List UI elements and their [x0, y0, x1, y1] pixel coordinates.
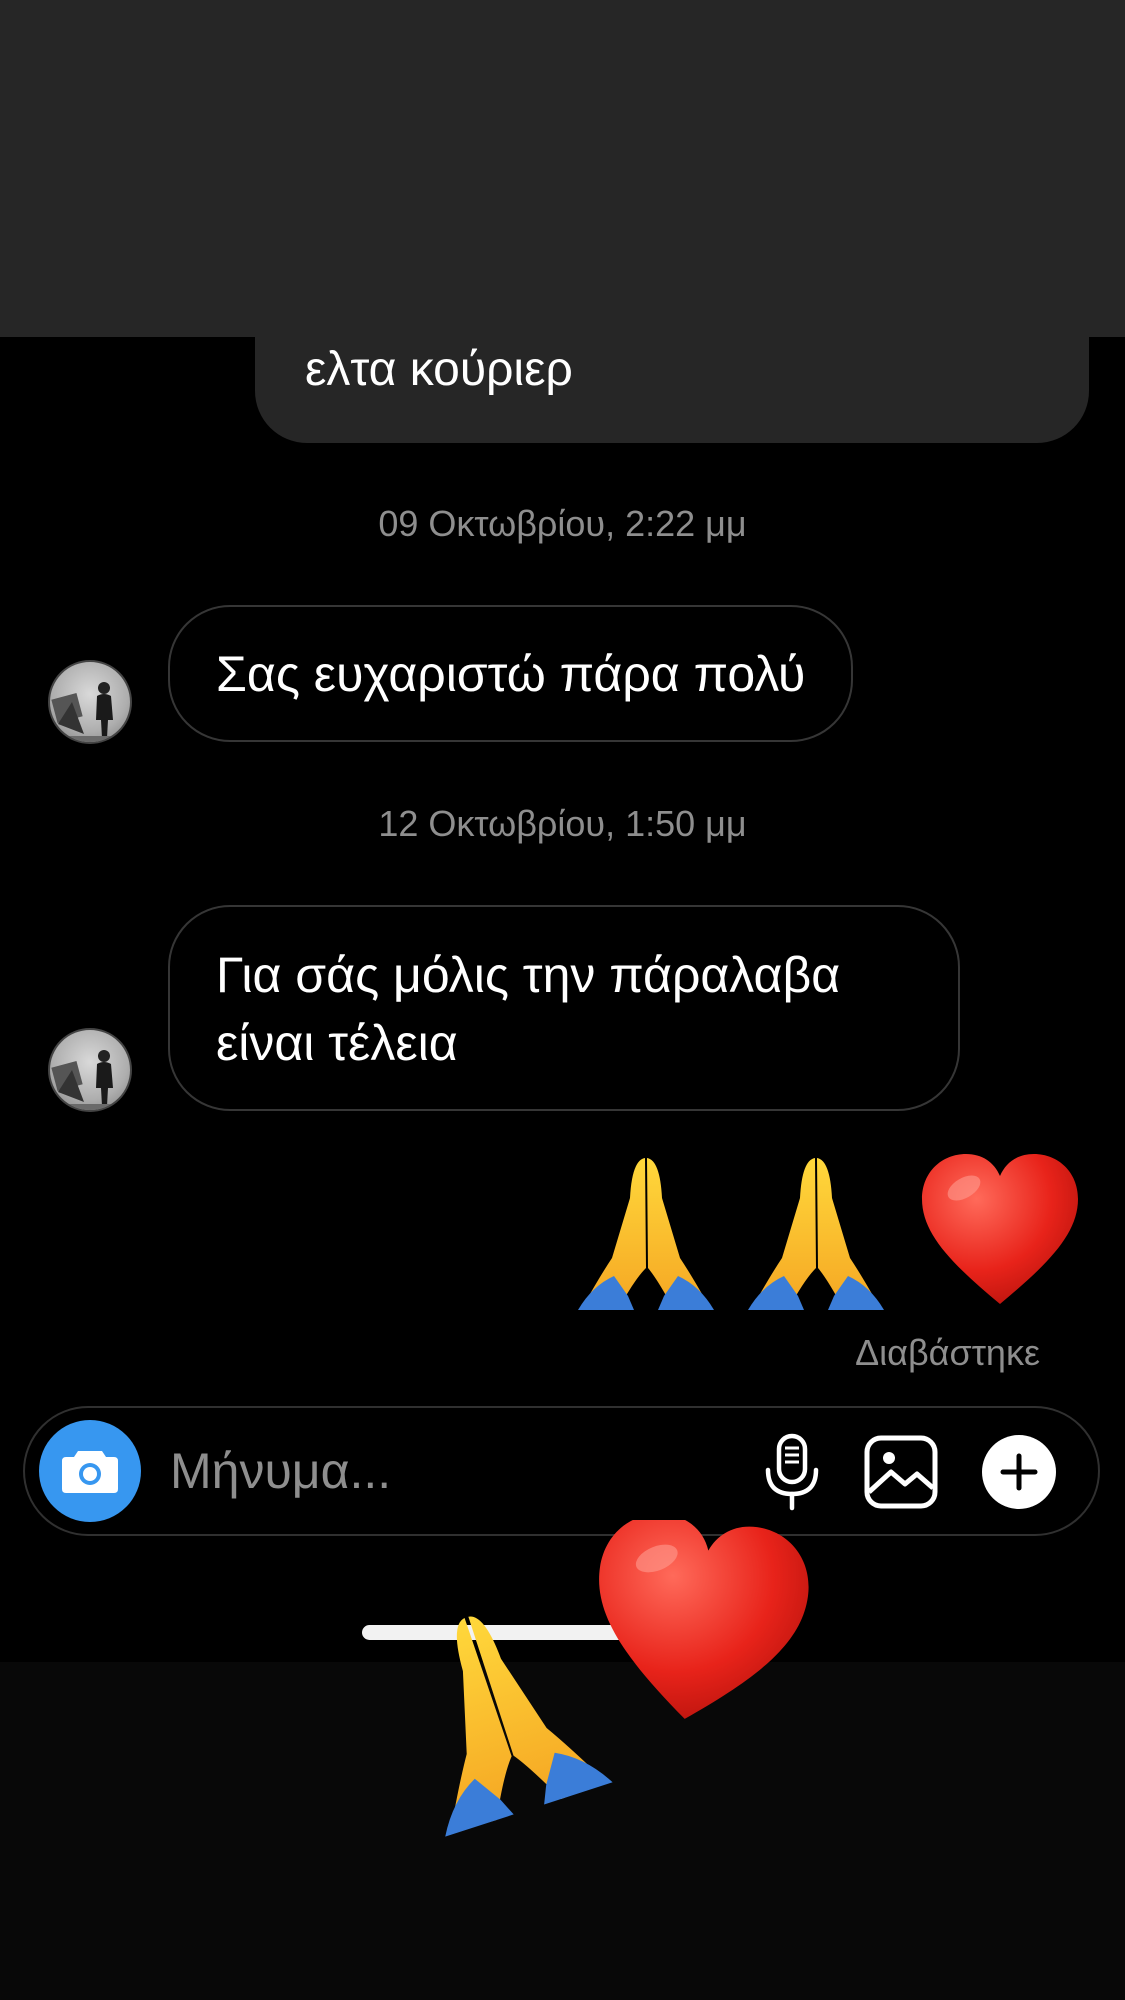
message-timestamp: 09 Οκτωβρίου, 2:22 μμ: [378, 503, 747, 544]
read-receipt: Διαβάστηκε: [855, 1332, 1040, 1373]
folded-hands-icon: [748, 1158, 884, 1310]
outgoing-emoji-message[interactable]: [570, 1148, 1080, 1318]
gallery-button[interactable]: [863, 1434, 939, 1510]
voice-message-button[interactable]: [752, 1432, 832, 1512]
microphone-icon: [765, 1433, 819, 1511]
camera-icon: [62, 1451, 118, 1493]
incoming-message-text: Σας ευχαριστώ πάρα πολύ: [216, 645, 806, 702]
incoming-message-bubble[interactable]: Για σάς μόλις την πάραλαβα είναι τέλεια: [168, 905, 960, 1111]
camera-button[interactable]: [39, 1420, 141, 1522]
more-options-button[interactable]: [982, 1435, 1056, 1509]
avatar[interactable]: [48, 660, 132, 744]
message-timestamp: 12 Οκτωβρίου, 1:50 μμ: [378, 803, 747, 844]
incoming-message-line: είναι τέλεια: [216, 1015, 458, 1071]
message-input[interactable]: [170, 1438, 730, 1504]
red-heart-icon: [922, 1154, 1078, 1304]
floating-reaction-emojis: [395, 1513, 815, 1840]
gallery-icon: [864, 1435, 938, 1509]
outgoing-message-text: ελτα κούριερ: [305, 343, 573, 396]
incoming-message-bubble[interactable]: Σας ευχαριστώ πάρα πολύ: [168, 605, 854, 742]
outgoing-message-bubble[interactable]: ελτα κούριερ: [255, 300, 1089, 443]
plus-icon: [1000, 1453, 1038, 1491]
incoming-message-line: Για σάς μόλις την πάραλαβα: [216, 947, 841, 1003]
top-banner-area: [0, 0, 1125, 337]
red-heart-icon: [599, 1513, 809, 1719]
folded-hands-icon: [578, 1158, 714, 1310]
folded-hands-icon: [445, 1616, 613, 1837]
message-composer: [23, 1406, 1100, 1536]
avatar[interactable]: [48, 1028, 132, 1112]
